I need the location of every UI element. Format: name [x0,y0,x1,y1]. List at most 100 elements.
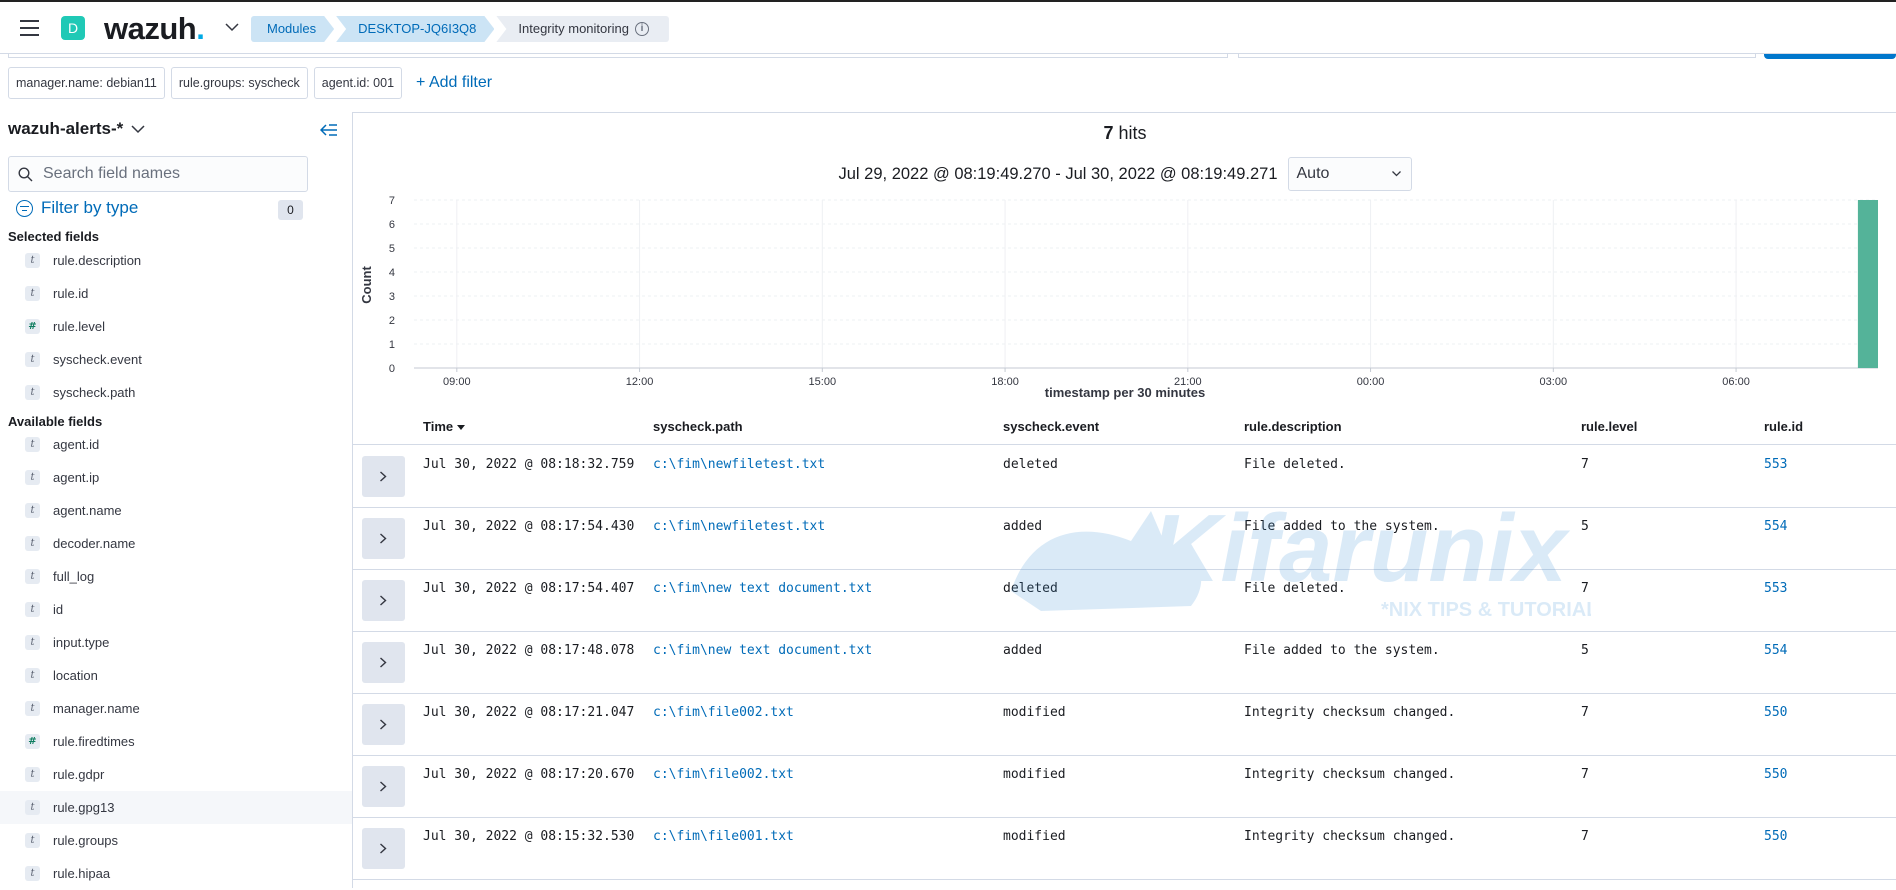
string-type-icon: t [25,602,40,617]
y-tick-label: 7 [389,195,395,207]
cell-syscheck-path[interactable]: c:\fim\new text document.txt [653,581,872,596]
cell-syscheck-path[interactable]: c:\fim\file002.txt [653,705,794,720]
expand-row-button[interactable] [362,766,405,807]
field-item-input-type[interactable]: t input.type [0,626,352,659]
field-item-rule-description[interactable]: t rule.description [0,244,352,277]
field-item-agent-name[interactable]: t agent.name [0,494,352,527]
x-tick-label: 18:00 [991,376,1019,385]
expand-row-button[interactable] [362,580,405,621]
cell-syscheck-path[interactable]: c:\fim\new text document.txt [653,643,872,658]
histogram-chart[interactable]: 0 1 2 3 4 5 6 7 09:00 12:00 15:00 18:00 21:00 00:00 03… [353,195,1896,385]
field-item-agent-id[interactable]: t agent.id [0,428,352,461]
column-header-syscheck-event[interactable]: syscheck.event [1003,419,1099,434]
menu-icon[interactable] [20,20,39,36]
field-item-manager-name[interactable]: t manager.name [0,692,352,725]
interval-select[interactable]: Auto [1287,157,1412,191]
chevron-right-icon [380,533,387,544]
field-name: rule.hipaa [53,866,111,881]
index-pattern-selector[interactable]: wazuh-alerts-* [8,119,145,139]
expand-row-button[interactable] [362,704,405,745]
table-row: Jul 30, 2022 @ 08:17:54.407 c:\fim\new te… [353,570,1896,632]
column-header-rule-id[interactable]: rule.id [1764,419,1803,434]
field-sidebar: wazuh-alerts-* Filter by type 0 Selected… [0,112,352,888]
column-header-rule-description[interactable]: rule.description [1244,419,1342,434]
date-picker[interactable] [1238,54,1756,58]
y-tick-label: 4 [389,267,395,279]
cell-syscheck-event: modified [1003,767,1066,782]
filter-pill-rule-groups[interactable]: rule.groups: syscheck [170,67,308,99]
cell-rule-id[interactable]: 553 [1764,457,1787,472]
field-item-rule-hipaa[interactable]: t rule.hipaa [0,857,352,890]
field-item-location[interactable]: t location [0,659,352,692]
expand-row-button[interactable] [362,642,405,683]
filter-pill-manager-name[interactable]: manager.name: debian11 [8,67,165,99]
cell-rule-description: Integrity checksum changed. [1244,829,1456,844]
cell-rule-description: Integrity checksum changed. [1244,705,1456,720]
column-header-time[interactable]: Time [423,419,466,434]
field-item-rule-level[interactable]: # rule.level [0,310,352,343]
filter-pill-agent-id[interactable]: agent.id: 001 [313,67,403,99]
column-header-syscheck-path[interactable]: syscheck.path [653,419,743,434]
field-item-rule-id[interactable]: t rule.id [0,277,352,310]
string-type-icon: t [25,668,40,683]
column-header-rule-level[interactable]: rule.level [1581,419,1637,434]
refresh-button[interactable] [1764,54,1896,59]
field-name: agent.ip [53,470,100,485]
breadcrumb: Modules DESKTOP-JQ6I3Q8 Integrity monito… [251,16,671,42]
query-bar[interactable] [8,54,1228,58]
cell-rule-id[interactable]: 550 [1764,767,1787,782]
field-name: rule.description [53,253,142,268]
cell-syscheck-event: deleted [1003,457,1058,472]
chevron-down-icon[interactable] [225,20,239,34]
info-icon[interactable]: i [634,22,649,36]
field-search-input[interactable] [8,156,308,192]
expand-row-button[interactable] [362,518,405,559]
filter-by-type-button[interactable]: Filter by type [16,198,138,218]
number-type-icon: # [25,734,40,749]
field-item-full_log[interactable]: t full_log [0,560,352,593]
available-fields-heading: Available fields [8,414,103,429]
sort-descending-icon[interactable] [457,425,466,431]
interval-value: Auto [1296,165,1330,182]
cell-syscheck-path[interactable]: c:\fim\file002.txt [653,767,794,782]
cell-rule-id[interactable]: 554 [1764,519,1787,534]
logo-text: wazuh [104,11,197,46]
filter-icon [16,199,33,217]
cell-syscheck-path[interactable]: c:\fim\file001.txt [653,829,794,844]
cell-rule-description: File deleted. [1244,581,1346,596]
cell-syscheck-event: modified [1003,829,1066,844]
add-filter-button[interactable]: + Add filter [416,74,492,92]
field-item-id[interactable]: t id [0,593,352,626]
filter-by-type-label: Filter by type [41,198,139,217]
cell-rule-id[interactable]: 554 [1764,643,1787,658]
field-item-rule-firedtimes[interactable]: # rule.firedtimes [0,725,352,758]
field-item-rule-groups[interactable]: t rule.groups [0,824,352,857]
field-item-rule-gdpr[interactable]: t rule.gdpr [0,758,352,791]
field-item-agent-ip[interactable]: t agent.ip [0,461,352,494]
cell-rule-id[interactable]: 553 [1764,581,1787,596]
expand-row-button[interactable] [362,456,405,497]
string-type-icon: t [25,800,40,815]
search-field-names-input[interactable] [43,157,303,191]
field-item-rule-gpg13[interactable]: t rule.gpg13 [0,791,352,824]
x-tick-label: 12:00 [626,376,654,385]
field-item-syscheck-path[interactable]: t syscheck.path [0,376,352,409]
cell-syscheck-path[interactable]: c:\fim\newfiletest.txt [653,519,825,534]
collapse-sidebar-icon[interactable] [320,123,338,137]
cell-syscheck-path[interactable]: c:\fim\newfiletest.txt [653,457,825,472]
cell-time: Jul 30, 2022 @ 08:17:21.047 [423,705,635,720]
field-item-syscheck-event[interactable]: t syscheck.event [0,343,352,376]
cell-rule-id[interactable]: 550 [1764,705,1787,720]
histogram-bar [1857,200,1878,368]
y-tick-label: 6 [389,219,395,231]
expand-row-button[interactable] [362,828,405,869]
breadcrumb-agent[interactable]: DESKTOP-JQ6I3Q8 [336,16,494,42]
wazuh-logo[interactable]: wazuh. [104,11,205,47]
field-item-decoder-name[interactable]: t decoder.name [0,527,352,560]
cell-rule-id[interactable]: 550 [1764,829,1787,844]
string-type-icon: t [25,635,40,650]
space-avatar[interactable]: D [61,16,85,40]
breadcrumb-modules[interactable]: Modules [251,16,334,42]
x-tick-label: 21:00 [1174,376,1202,385]
string-type-icon: t [25,833,40,848]
